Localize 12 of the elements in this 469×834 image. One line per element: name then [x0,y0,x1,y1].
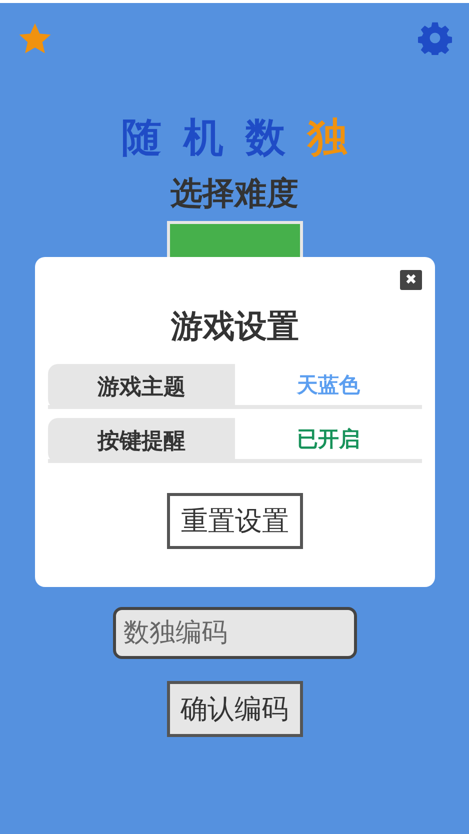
reset-button[interactable]: 重置设置 [167,493,303,549]
setting-value[interactable]: 已开启 [235,418,422,459]
confirm-button[interactable]: 确认编码 [166,681,302,737]
title-character: 独 [308,115,348,161]
code-input-field[interactable]: 数独编码 [112,607,356,659]
dialog-title: 游戏设置 [171,306,299,346]
settings-icon[interactable] [418,21,452,55]
close-button[interactable]: ✖ [400,270,422,290]
title-character: 机 [184,115,224,161]
section-heading: 选择难度 [170,173,298,213]
title-character: 数 [246,115,286,161]
title-character: 随 [122,115,162,161]
